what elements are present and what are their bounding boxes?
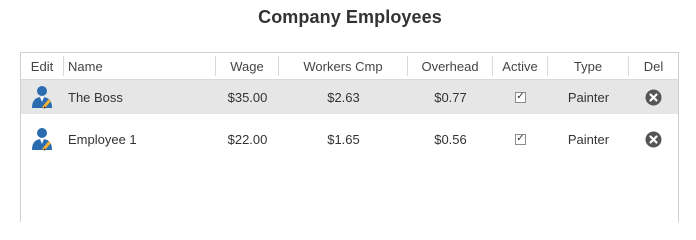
close-circle-icon[interactable] [645, 89, 662, 106]
employee-name: Employee 1 [68, 131, 137, 147]
column-header-active[interactable]: Active [493, 56, 548, 76]
column-header-type[interactable]: Type [548, 56, 629, 76]
table-row[interactable]: Employee 1 $22.00 $1.65 $0.56 ✓ Painter [21, 122, 678, 156]
employee-overhead: $0.56 [434, 131, 467, 147]
column-header-wage[interactable]: Wage [216, 56, 279, 76]
delete-cell [629, 122, 678, 156]
employee-type: Painter [567, 131, 610, 147]
column-header-del[interactable]: Del [629, 56, 678, 76]
employee-type: Painter [567, 89, 610, 105]
close-circle-icon[interactable] [645, 131, 662, 148]
employee-wage: $35.00 [227, 89, 268, 105]
page-title: Company Employees [258, 7, 442, 27]
column-header-edit[interactable]: Edit [21, 56, 64, 76]
active-cell: ✓ [493, 122, 548, 156]
column-header-overhead[interactable]: Overhead [408, 56, 493, 76]
employees-table: Edit Name Wage Workers Cmp Overhead Acti… [20, 52, 679, 222]
employee-wage: $22.00 [227, 131, 268, 147]
user-edit-icon[interactable] [31, 84, 55, 110]
employee-workers-cmp: $1.65 [327, 131, 360, 147]
delete-cell [629, 80, 678, 114]
table-header-row: Edit Name Wage Workers Cmp Overhead Acti… [21, 53, 678, 80]
column-header-name[interactable]: Name [64, 56, 216, 76]
user-edit-icon[interactable] [31, 126, 55, 152]
table-row[interactable]: The Boss $35.00 $2.63 $0.77 ✓ Painter [21, 80, 678, 114]
employee-workers-cmp: $2.63 [327, 89, 360, 105]
active-checkbox[interactable]: ✓ [515, 91, 526, 103]
edit-cell [21, 122, 64, 156]
employee-overhead: $0.77 [434, 89, 467, 105]
active-checkbox[interactable]: ✓ [515, 133, 526, 145]
employee-name: The Boss [68, 89, 123, 105]
column-header-workers-cmp[interactable]: Workers Cmp [279, 56, 408, 76]
edit-cell [21, 80, 64, 114]
active-cell: ✓ [493, 80, 548, 114]
